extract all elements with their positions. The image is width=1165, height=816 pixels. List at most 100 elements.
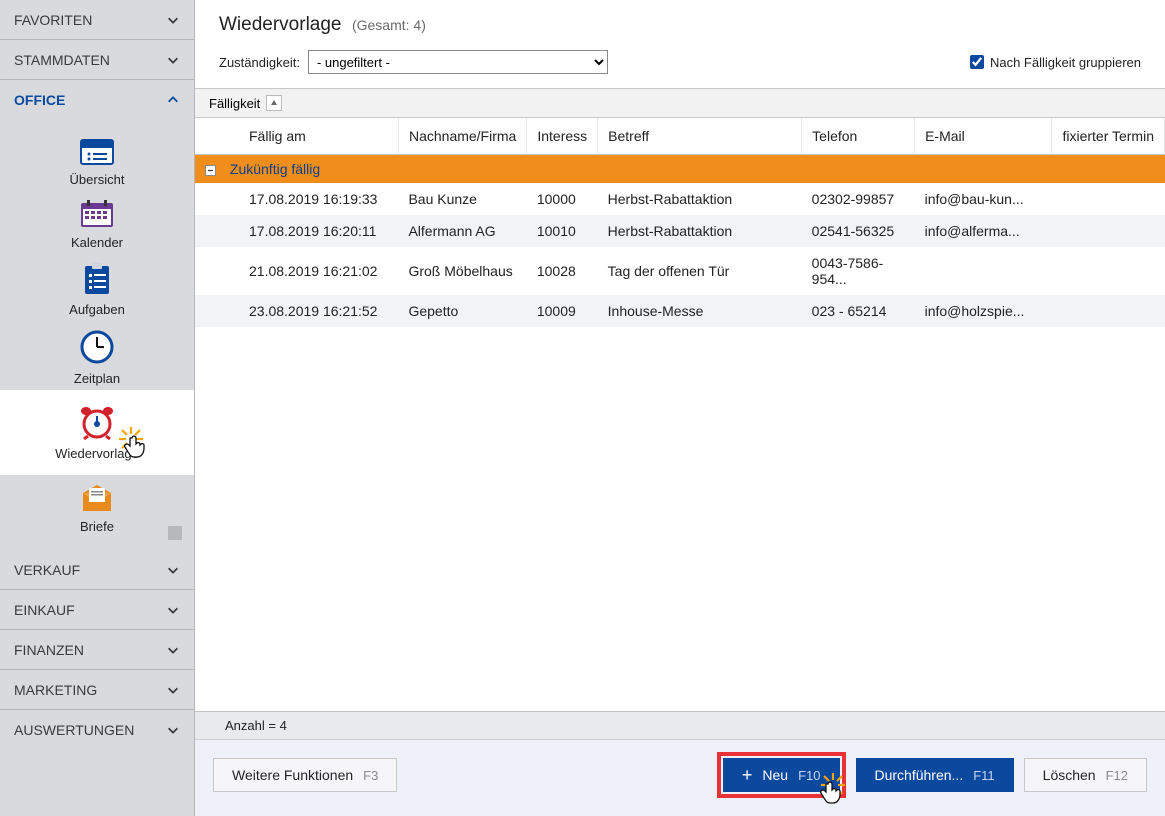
more-functions-button[interactable]: Weitere Funktionen F3: [213, 758, 397, 792]
clock-icon: [79, 329, 115, 365]
cell-int: 10009: [527, 295, 598, 327]
footer-toolbar: Weitere Funktionen F3 + Neu F10 Durchfüh…: [195, 739, 1165, 816]
office-uebersicht[interactable]: Übersicht: [0, 130, 194, 189]
table-row[interactable]: 17.08.2019 16:20:11Alfermann AG10010Herb…: [195, 215, 1165, 247]
office-aufgaben[interactable]: Aufgaben: [0, 254, 194, 319]
data-grid[interactable]: Fällig am Nachname/Firma Interess Betref…: [195, 118, 1165, 711]
nav-label: MARKETING: [14, 682, 97, 698]
nav-verkauf[interactable]: VERKAUF: [0, 550, 194, 590]
col-telefon[interactable]: Telefon: [802, 118, 915, 155]
cell-date: 21.08.2019 16:21:02: [239, 247, 398, 295]
nav-favoriten[interactable]: FAVORITEN: [0, 0, 194, 40]
group-checkbox-wrapper[interactable]: Nach Fälligkeit gruppieren: [970, 55, 1141, 70]
cell-tel: 0043-7586-954...: [802, 247, 915, 295]
group-checkbox[interactable]: [970, 55, 984, 69]
btn-label: Weitere Funktionen: [232, 767, 353, 783]
nav-label: FINANZEN: [14, 642, 84, 658]
execute-button[interactable]: Durchführen... F11: [856, 758, 1014, 792]
grid-header: Fällig am Nachname/Firma Interess Betref…: [195, 118, 1165, 155]
office-item-label: Briefe: [80, 519, 114, 534]
nav-office-body: Übersicht Kalender Aufgaben Zeitplan Wie…: [0, 120, 194, 550]
col-interesse[interactable]: Interess: [527, 118, 598, 155]
cell-int: 10028: [527, 247, 598, 295]
cell-tel: 02541-56325: [802, 215, 915, 247]
cell-sub: Tag der offenen Tür: [598, 247, 802, 295]
new-button[interactable]: + Neu F10: [723, 758, 840, 792]
sort-asc-icon[interactable]: [266, 95, 282, 111]
tasks-icon: [82, 262, 112, 296]
cell-tel: 02302-99857: [802, 183, 915, 215]
btn-keyhint: F11: [973, 768, 994, 783]
btn-label: Neu: [762, 767, 788, 783]
sidebar: FAVORITEN STAMMDATEN OFFICE Übersicht: [0, 0, 195, 816]
col-email[interactable]: E-Mail: [915, 118, 1052, 155]
nav-marketing[interactable]: MARKETING: [0, 670, 194, 710]
col-blank[interactable]: [195, 118, 239, 155]
cell-sub: Herbst-Rabattaktion: [598, 183, 802, 215]
cell-mail: info@alferma...: [915, 215, 1052, 247]
btn-keyhint: F3: [363, 768, 378, 783]
chevron-down-icon: [166, 723, 180, 737]
col-betreff[interactable]: Betreff: [598, 118, 802, 155]
chevron-down-icon: [166, 13, 180, 27]
cell-tel: 023 - 65214: [802, 295, 915, 327]
delete-button[interactable]: Löschen F12: [1024, 758, 1147, 792]
page-header: Wiedervorlage (Gesamt: 4): [195, 0, 1165, 40]
office-item-label: Übersicht: [70, 172, 125, 187]
office-kalender[interactable]: Kalender: [0, 191, 194, 252]
sidebar-toggle-button[interactable]: [168, 526, 182, 540]
cell-blank: [195, 183, 239, 215]
group-panel[interactable]: Fälligkeit: [195, 88, 1165, 118]
chevron-down-icon: [166, 563, 180, 577]
cell-date: 17.08.2019 16:19:33: [239, 183, 398, 215]
office-zeitplan[interactable]: Zeitplan: [0, 321, 194, 388]
cell-sub: Herbst-Rabattaktion: [598, 215, 802, 247]
nav-office[interactable]: OFFICE: [0, 80, 194, 120]
table-row[interactable]: 21.08.2019 16:21:02Groß Möbelhaus10028Ta…: [195, 247, 1165, 295]
alarm-icon: [77, 404, 117, 440]
cell-date: 17.08.2019 16:20:11: [239, 215, 398, 247]
office-wiedervorlage[interactable]: Wiedervorlage: [0, 390, 194, 475]
overview-icon: [79, 138, 115, 166]
cell-blank: [195, 247, 239, 295]
cell-name: Gepetto: [398, 295, 526, 327]
nav-finanzen[interactable]: FINANZEN: [0, 630, 194, 670]
table-row[interactable]: 23.08.2019 16:21:52Gepetto10009Inhouse-M…: [195, 295, 1165, 327]
nav-auswertungen[interactable]: AUSWERTUNGEN: [0, 710, 194, 750]
page-title: Wiedervorlage: [219, 14, 342, 36]
cell-fix: [1052, 247, 1165, 295]
highlight-box: + Neu F10: [717, 752, 846, 798]
nav-label: AUSWERTUNGEN: [14, 722, 134, 738]
cell-int: 10000: [527, 183, 598, 215]
cell-blank: [195, 215, 239, 247]
nav-einkauf[interactable]: EINKAUF: [0, 590, 194, 630]
office-item-label: Aufgaben: [69, 302, 125, 317]
col-faellig-am[interactable]: Fällig am: [239, 118, 398, 155]
group-checkbox-label: Nach Fälligkeit gruppieren: [990, 55, 1141, 70]
filter-label: Zuständigkeit:: [219, 55, 300, 70]
nav-label: EINKAUF: [14, 602, 75, 618]
col-nachname[interactable]: Nachname/Firma: [398, 118, 526, 155]
office-item-label: Zeitplan: [74, 371, 120, 386]
cell-sub: Inhouse-Messe: [598, 295, 802, 327]
chevron-down-icon: [166, 683, 180, 697]
group-field: Fälligkeit: [209, 96, 260, 111]
nav-label: STAMMDATEN: [14, 52, 110, 68]
btn-keyhint: F10: [798, 768, 820, 783]
collapse-icon[interactable]: [205, 165, 216, 176]
group-row[interactable]: Zukünftig fällig: [195, 155, 1165, 184]
group-label: Zukünftig fällig: [230, 161, 320, 177]
nav-stammdaten[interactable]: STAMMDATEN: [0, 40, 194, 80]
chevron-up-icon: [166, 93, 180, 107]
nav-label: FAVORITEN: [14, 12, 92, 28]
chevron-down-icon: [166, 643, 180, 657]
btn-keyhint: F12: [1106, 768, 1128, 783]
nav-label: VERKAUF: [14, 562, 80, 578]
table-row[interactable]: 17.08.2019 16:19:33Bau Kunze10000Herbst-…: [195, 183, 1165, 215]
main-panel: Wiedervorlage (Gesamt: 4) Zuständigkeit:…: [195, 0, 1165, 816]
office-briefe[interactable]: Briefe: [0, 477, 194, 536]
col-fix-termin[interactable]: fixierter Termin: [1052, 118, 1165, 155]
filter-select[interactable]: - ungefiltert -: [308, 50, 608, 74]
chevron-down-icon: [166, 603, 180, 617]
calendar-icon: [79, 199, 115, 229]
